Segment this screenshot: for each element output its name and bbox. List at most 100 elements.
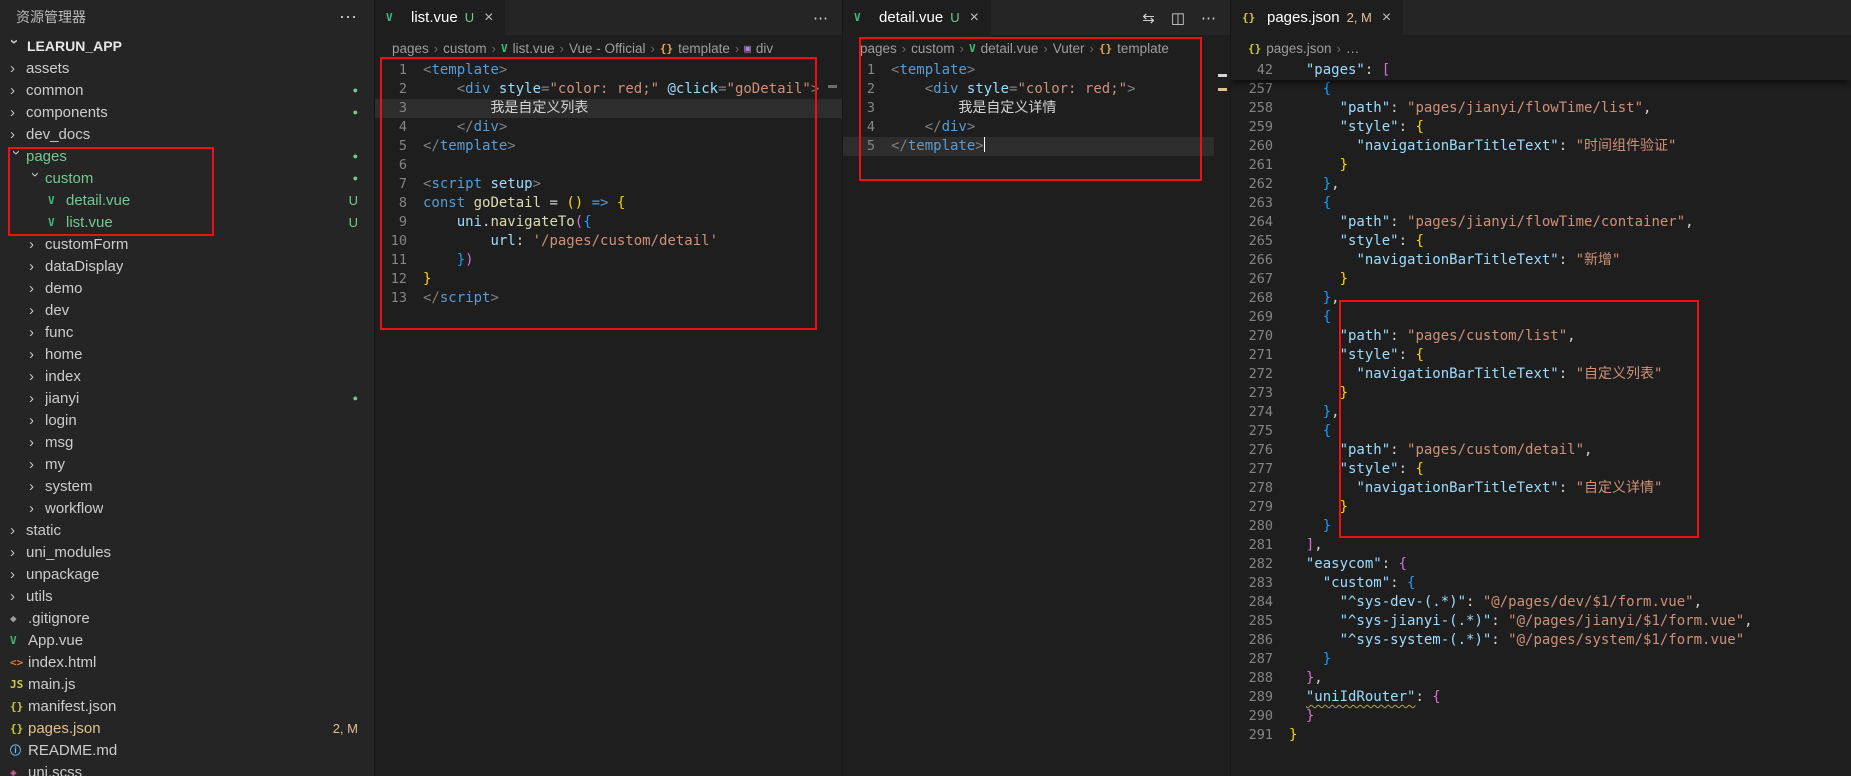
code-line-259[interactable]: 259 "style": { — [1231, 118, 1851, 137]
tree-item-home[interactable]: ›home — [0, 343, 374, 365]
code-line-42[interactable]: 42 "pages": [ — [1231, 61, 1851, 80]
tree-item-README.md[interactable]: ⓘREADME.md — [0, 739, 374, 761]
tree-item-pages[interactable]: ›pages● — [0, 145, 374, 167]
more-actions-icon[interactable]: ⋯ — [813, 9, 828, 27]
tree-item-list.vue[interactable]: Vlist.vueU — [0, 211, 374, 233]
code-line-3[interactable]: 3 我是自定义列表 — [375, 99, 842, 118]
breadcrumb-item-Vuter[interactable]: Vuter — [1053, 41, 1085, 56]
tree-item-login[interactable]: ›login — [0, 409, 374, 431]
breadcrumb-item-custom[interactable]: custom — [911, 41, 955, 56]
split-editor-icon[interactable]: ◫ — [1171, 9, 1185, 27]
code-line-1[interactable]: 1<template> — [375, 61, 842, 80]
code-editor-detail-vue[interactable]: 1<template>2 <div style="color: red;">3 … — [843, 61, 1214, 776]
code-line-284[interactable]: 284 "^sys-dev-(.*)": "@/pages/dev/$1/for… — [1231, 593, 1851, 612]
code-line-273[interactable]: 273 } — [1231, 384, 1851, 403]
breadcrumb-item-detail.vue[interactable]: Vdetail.vue — [969, 41, 1038, 56]
code-line-260[interactable]: 260 "navigationBarTitleText": "时间组件验证" — [1231, 137, 1851, 156]
tab-detail-vue[interactable]: Vdetail.vueU× — [843, 0, 991, 35]
tree-item-uni_modules[interactable]: ›uni_modules — [0, 541, 374, 563]
tree-item-utils[interactable]: ›utils — [0, 585, 374, 607]
tree-item-manifest.json[interactable]: {}manifest.json — [0, 695, 374, 717]
tree-item-detail.vue[interactable]: Vdetail.vueU — [0, 189, 374, 211]
code-line-290[interactable]: 290 } — [1231, 707, 1851, 726]
code-line-6[interactable]: 6 — [375, 156, 842, 175]
code-line-269[interactable]: 269 { — [1231, 308, 1851, 327]
code-line-267[interactable]: 267 } — [1231, 270, 1851, 289]
code-line-278[interactable]: 278 "navigationBarTitleText": "自定义详情" — [1231, 479, 1851, 498]
tree-item-static[interactable]: ›static — [0, 519, 374, 541]
breadcrumb-item-pages.json[interactable]: {}pages.json — [1248, 41, 1332, 56]
code-line-4[interactable]: 4 </div> — [843, 118, 1214, 137]
code-line-8[interactable]: 8const goDetail = () => { — [375, 194, 842, 213]
tree-item-assets[interactable]: ›assets — [0, 57, 374, 79]
tree-item-index[interactable]: ›index — [0, 365, 374, 387]
code-line-277[interactable]: 277 "style": { — [1231, 460, 1851, 479]
tree-item-App.vue[interactable]: VApp.vue — [0, 629, 374, 651]
code-line-12[interactable]: 12} — [375, 270, 842, 289]
breadcrumb-item-…[interactable]: … — [1346, 41, 1360, 56]
breadcrumb-item-custom[interactable]: custom — [443, 41, 487, 56]
breadcrumb-item-list.vue[interactable]: Vlist.vue — [501, 41, 555, 56]
breadcrumb-item-div[interactable]: ▣div — [744, 41, 773, 56]
close-icon[interactable]: × — [970, 9, 979, 27]
tree-item-dataDisplay[interactable]: ›dataDisplay — [0, 255, 374, 277]
code-line-257[interactable]: 257 { — [1231, 80, 1851, 99]
tree-item-jianyi[interactable]: ›jianyi● — [0, 387, 374, 409]
code-line-1[interactable]: 1<template> — [843, 61, 1214, 80]
more-actions-icon[interactable]: ⋯ — [1201, 9, 1216, 27]
tree-item-common[interactable]: ›common● — [0, 79, 374, 101]
code-line-270[interactable]: 270 "path": "pages/custom/list", — [1231, 327, 1851, 346]
tree-item-dev_docs[interactable]: ›dev_docs — [0, 123, 374, 145]
code-line-279[interactable]: 279 } — [1231, 498, 1851, 517]
code-line-265[interactable]: 265 "style": { — [1231, 232, 1851, 251]
code-line-271[interactable]: 271 "style": { — [1231, 346, 1851, 365]
tree-item-customForm[interactable]: ›customForm — [0, 233, 374, 255]
code-line-9[interactable]: 9 uni.navigateTo({ — [375, 213, 842, 232]
close-icon[interactable]: × — [1382, 9, 1391, 27]
tab-list-vue[interactable]: Vlist.vueU× — [375, 0, 505, 35]
close-icon[interactable]: × — [484, 9, 493, 27]
code-line-282[interactable]: 282 "easycom": { — [1231, 555, 1851, 574]
tree-item-index.html[interactable]: <>index.html — [0, 651, 374, 673]
breadcrumb-item-template[interactable]: {}template — [660, 41, 730, 56]
code-editor-list-vue[interactable]: 1<template>2 <div style="color: red;" @c… — [375, 61, 842, 776]
tree-root-learun-app[interactable]: › LEARUN_APP — [0, 34, 374, 57]
code-line-288[interactable]: 288 }, — [1231, 669, 1851, 688]
code-line-268[interactable]: 268 }, — [1231, 289, 1851, 308]
code-editor-pages-json[interactable]: 42 "pages": [257 {258 "path": "pages/jia… — [1231, 61, 1851, 776]
open-changes-icon[interactable]: ⇆ — [1142, 9, 1155, 27]
tree-item-pages.json[interactable]: {}pages.json2, M — [0, 717, 374, 739]
code-line-281[interactable]: 281 ], — [1231, 536, 1851, 555]
tree-item-system[interactable]: ›system — [0, 475, 374, 497]
code-line-2[interactable]: 2 <div style="color: red;"> — [843, 80, 1214, 99]
tree-item-dev[interactable]: ›dev — [0, 299, 374, 321]
code-line-11[interactable]: 11 }) — [375, 251, 842, 270]
code-line-7[interactable]: 7<script setup> — [375, 175, 842, 194]
code-line-275[interactable]: 275 { — [1231, 422, 1851, 441]
code-line-4[interactable]: 4 </div> — [375, 118, 842, 137]
tree-item-components[interactable]: ›components● — [0, 101, 374, 123]
overview-ruler[interactable] — [1214, 61, 1230, 776]
tree-item-unpackage[interactable]: ›unpackage — [0, 563, 374, 585]
code-line-280[interactable]: 280 } — [1231, 517, 1851, 536]
code-line-285[interactable]: 285 "^sys-jianyi-(.*)": "@/pages/jianyi/… — [1231, 612, 1851, 631]
code-line-286[interactable]: 286 "^sys-system-(.*)": "@/pages/system/… — [1231, 631, 1851, 650]
tab-pages-json[interactable]: {}pages.json2, M× — [1231, 0, 1403, 35]
code-line-5[interactable]: 5</template> — [843, 137, 1214, 156]
code-line-263[interactable]: 263 { — [1231, 194, 1851, 213]
code-line-287[interactable]: 287 } — [1231, 650, 1851, 669]
code-line-264[interactable]: 264 "path": "pages/jianyi/flowTime/conta… — [1231, 213, 1851, 232]
tree-item-my[interactable]: ›my — [0, 453, 374, 475]
tree-item-uni.scss[interactable]: ◈uni.scss — [0, 761, 374, 776]
code-line-10[interactable]: 10 url: '/pages/custom/detail' — [375, 232, 842, 251]
code-line-291[interactable]: 291} — [1231, 726, 1851, 745]
code-line-5[interactable]: 5</template> — [375, 137, 842, 156]
breadcrumb-item-template[interactable]: {}template — [1099, 41, 1169, 56]
code-line-13[interactable]: 13</script> — [375, 289, 842, 308]
tree-item-func[interactable]: ›func — [0, 321, 374, 343]
code-line-2[interactable]: 2 <div style="color: red;" @click="goDet… — [375, 80, 842, 99]
tree-item-.gitignore[interactable]: ◆.gitignore — [0, 607, 374, 629]
tree-item-workflow[interactable]: ›workflow — [0, 497, 374, 519]
code-line-283[interactable]: 283 "custom": { — [1231, 574, 1851, 593]
tree-item-main.js[interactable]: JSmain.js — [0, 673, 374, 695]
